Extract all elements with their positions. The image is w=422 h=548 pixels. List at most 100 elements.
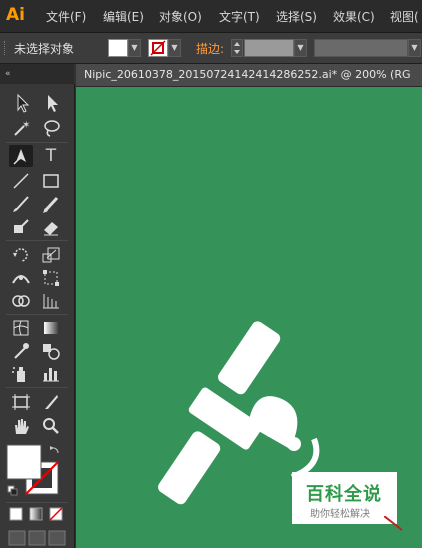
watermark-pointer bbox=[384, 516, 403, 531]
toolbox-header[interactable]: « bbox=[0, 64, 74, 84]
watermark: 百科全说 助你轻松解决 bbox=[292, 472, 397, 524]
column-graph-tool[interactable] bbox=[39, 363, 63, 385]
zoom-tool[interactable] bbox=[39, 415, 63, 437]
free-transform-icon bbox=[43, 270, 59, 286]
panel-grip[interactable] bbox=[4, 41, 8, 55]
document-tab-title: Nipic_20610378_20150724142414286252.ai* … bbox=[84, 68, 411, 81]
eyedropper-tool[interactable] bbox=[9, 340, 33, 362]
scale-tool[interactable] bbox=[39, 244, 63, 266]
app-logo: Ai bbox=[6, 5, 25, 25]
tool-separator bbox=[6, 387, 68, 388]
menu-type[interactable]: 文字(T) bbox=[219, 8, 260, 25]
pencil-tool[interactable] bbox=[39, 193, 63, 215]
rectangle-icon bbox=[43, 174, 59, 188]
tool-separator bbox=[6, 502, 68, 503]
pen-tool[interactable] bbox=[9, 145, 33, 167]
fill-dropdown[interactable]: ▼ bbox=[128, 39, 141, 57]
svg-text:✶: ✶ bbox=[22, 120, 30, 131]
mesh-icon bbox=[13, 320, 29, 336]
selection-status: 未选择对象 bbox=[14, 42, 75, 56]
type-tool[interactable]: T bbox=[39, 145, 63, 167]
screen-mode-buttons bbox=[8, 530, 68, 546]
gradient-mode-icon[interactable] bbox=[29, 507, 43, 521]
menu-edit[interactable]: 编辑(E) bbox=[103, 8, 144, 25]
hand-tool[interactable] bbox=[9, 415, 33, 437]
tool-separator bbox=[6, 240, 68, 241]
gradient-tool[interactable] bbox=[39, 317, 63, 339]
draw-normal-icon[interactable] bbox=[8, 530, 26, 546]
width-tool[interactable] bbox=[9, 267, 33, 289]
shape-builder-icon bbox=[12, 295, 30, 307]
spinner-arrows-icon bbox=[234, 42, 240, 54]
stroke-weight-dropdown[interactable]: ▼ bbox=[294, 39, 307, 57]
blend-icon bbox=[43, 344, 60, 360]
paintbrush-icon bbox=[13, 196, 29, 212]
stroke-weight-field[interactable] bbox=[244, 39, 294, 57]
width-icon bbox=[12, 275, 30, 284]
tool-separator bbox=[6, 142, 68, 143]
blob-brush-icon bbox=[14, 219, 29, 233]
magic-wand-icon: ✶ bbox=[14, 120, 30, 136]
perspective-grid-tool[interactable] bbox=[39, 290, 63, 312]
draw-inside-icon[interactable] bbox=[48, 530, 66, 546]
symbol-sprayer-icon bbox=[12, 367, 25, 382]
menu-object[interactable]: 对象(O) bbox=[159, 8, 202, 25]
stroke-dropdown[interactable]: ▼ bbox=[168, 39, 181, 57]
artboard-icon bbox=[12, 394, 30, 410]
perspective-grid-icon bbox=[43, 294, 59, 309]
draw-behind-icon[interactable] bbox=[28, 530, 46, 546]
paintbrush-tool[interactable] bbox=[9, 193, 33, 215]
variable-width-profile[interactable] bbox=[314, 39, 408, 57]
eraser-icon bbox=[44, 222, 58, 236]
color-mode-icon[interactable] bbox=[9, 507, 23, 521]
zoom-icon bbox=[43, 418, 59, 434]
mesh-tool[interactable] bbox=[9, 317, 33, 339]
svg-text:«: « bbox=[5, 69, 11, 79]
stroke-weight-spinner[interactable] bbox=[231, 39, 243, 57]
slice-tool[interactable] bbox=[39, 391, 63, 413]
menu-file[interactable]: 文件(F) bbox=[46, 8, 86, 25]
magic-wand-tool[interactable]: ✶ bbox=[9, 117, 33, 139]
direct-selection-icon bbox=[48, 95, 58, 112]
rectangle-tool[interactable] bbox=[39, 170, 63, 192]
watermark-title: 百科全说 bbox=[306, 484, 382, 505]
stroke-label[interactable]: 描边: bbox=[196, 40, 224, 57]
watermark-subtitle: 助你轻松解决 bbox=[310, 509, 370, 520]
control-bar: 未选择对象 ▼ ▼ 描边: ▼ ▼ bbox=[0, 33, 422, 64]
shape-builder-tool[interactable] bbox=[9, 290, 33, 312]
menu-bar: Ai 文件(F) 编辑(E) 对象(O) 文字(T) 选择(S) 效果(C) 视… bbox=[0, 0, 422, 33]
lasso-tool[interactable] bbox=[39, 117, 63, 139]
color-mode-buttons bbox=[8, 506, 68, 524]
pencil-icon bbox=[43, 196, 59, 213]
line-icon bbox=[13, 173, 29, 189]
menu-effect[interactable]: 效果(C) bbox=[333, 8, 375, 25]
rotate-tool[interactable] bbox=[9, 244, 33, 266]
fill-stroke-icon bbox=[6, 444, 59, 496]
document-tab[interactable]: Nipic_20610378_20150724142414286252.ai* … bbox=[76, 64, 422, 87]
blend-tool[interactable] bbox=[39, 340, 63, 362]
selection-icon bbox=[17, 93, 30, 113]
collapse-icon: « bbox=[5, 69, 11, 79]
line-tool[interactable] bbox=[9, 170, 33, 192]
menu-view[interactable]: 视图( bbox=[390, 8, 419, 25]
free-transform-tool[interactable] bbox=[39, 267, 63, 289]
menu-select[interactable]: 选择(S) bbox=[276, 8, 317, 25]
artboard-tool[interactable] bbox=[9, 391, 33, 413]
stroke-swatch[interactable] bbox=[148, 39, 168, 57]
direct-selection-tool[interactable] bbox=[39, 92, 63, 114]
scale-icon bbox=[42, 247, 60, 263]
slice-icon bbox=[45, 395, 58, 409]
blob-brush-tool[interactable] bbox=[9, 216, 33, 238]
gradient-icon bbox=[44, 322, 58, 334]
eyedropper-icon bbox=[14, 343, 29, 359]
fill-stroke-widget[interactable] bbox=[6, 444, 66, 496]
rotate-icon bbox=[13, 248, 28, 262]
hand-icon bbox=[15, 419, 29, 434]
tool-separator bbox=[6, 314, 68, 315]
pen-icon bbox=[13, 149, 26, 165]
profile-dropdown[interactable]: ▼ bbox=[408, 39, 421, 57]
symbol-sprayer-tool[interactable] bbox=[9, 363, 33, 385]
selection-tool[interactable] bbox=[9, 92, 33, 114]
eraser-tool[interactable] bbox=[39, 216, 63, 238]
fill-swatch[interactable] bbox=[108, 39, 128, 57]
